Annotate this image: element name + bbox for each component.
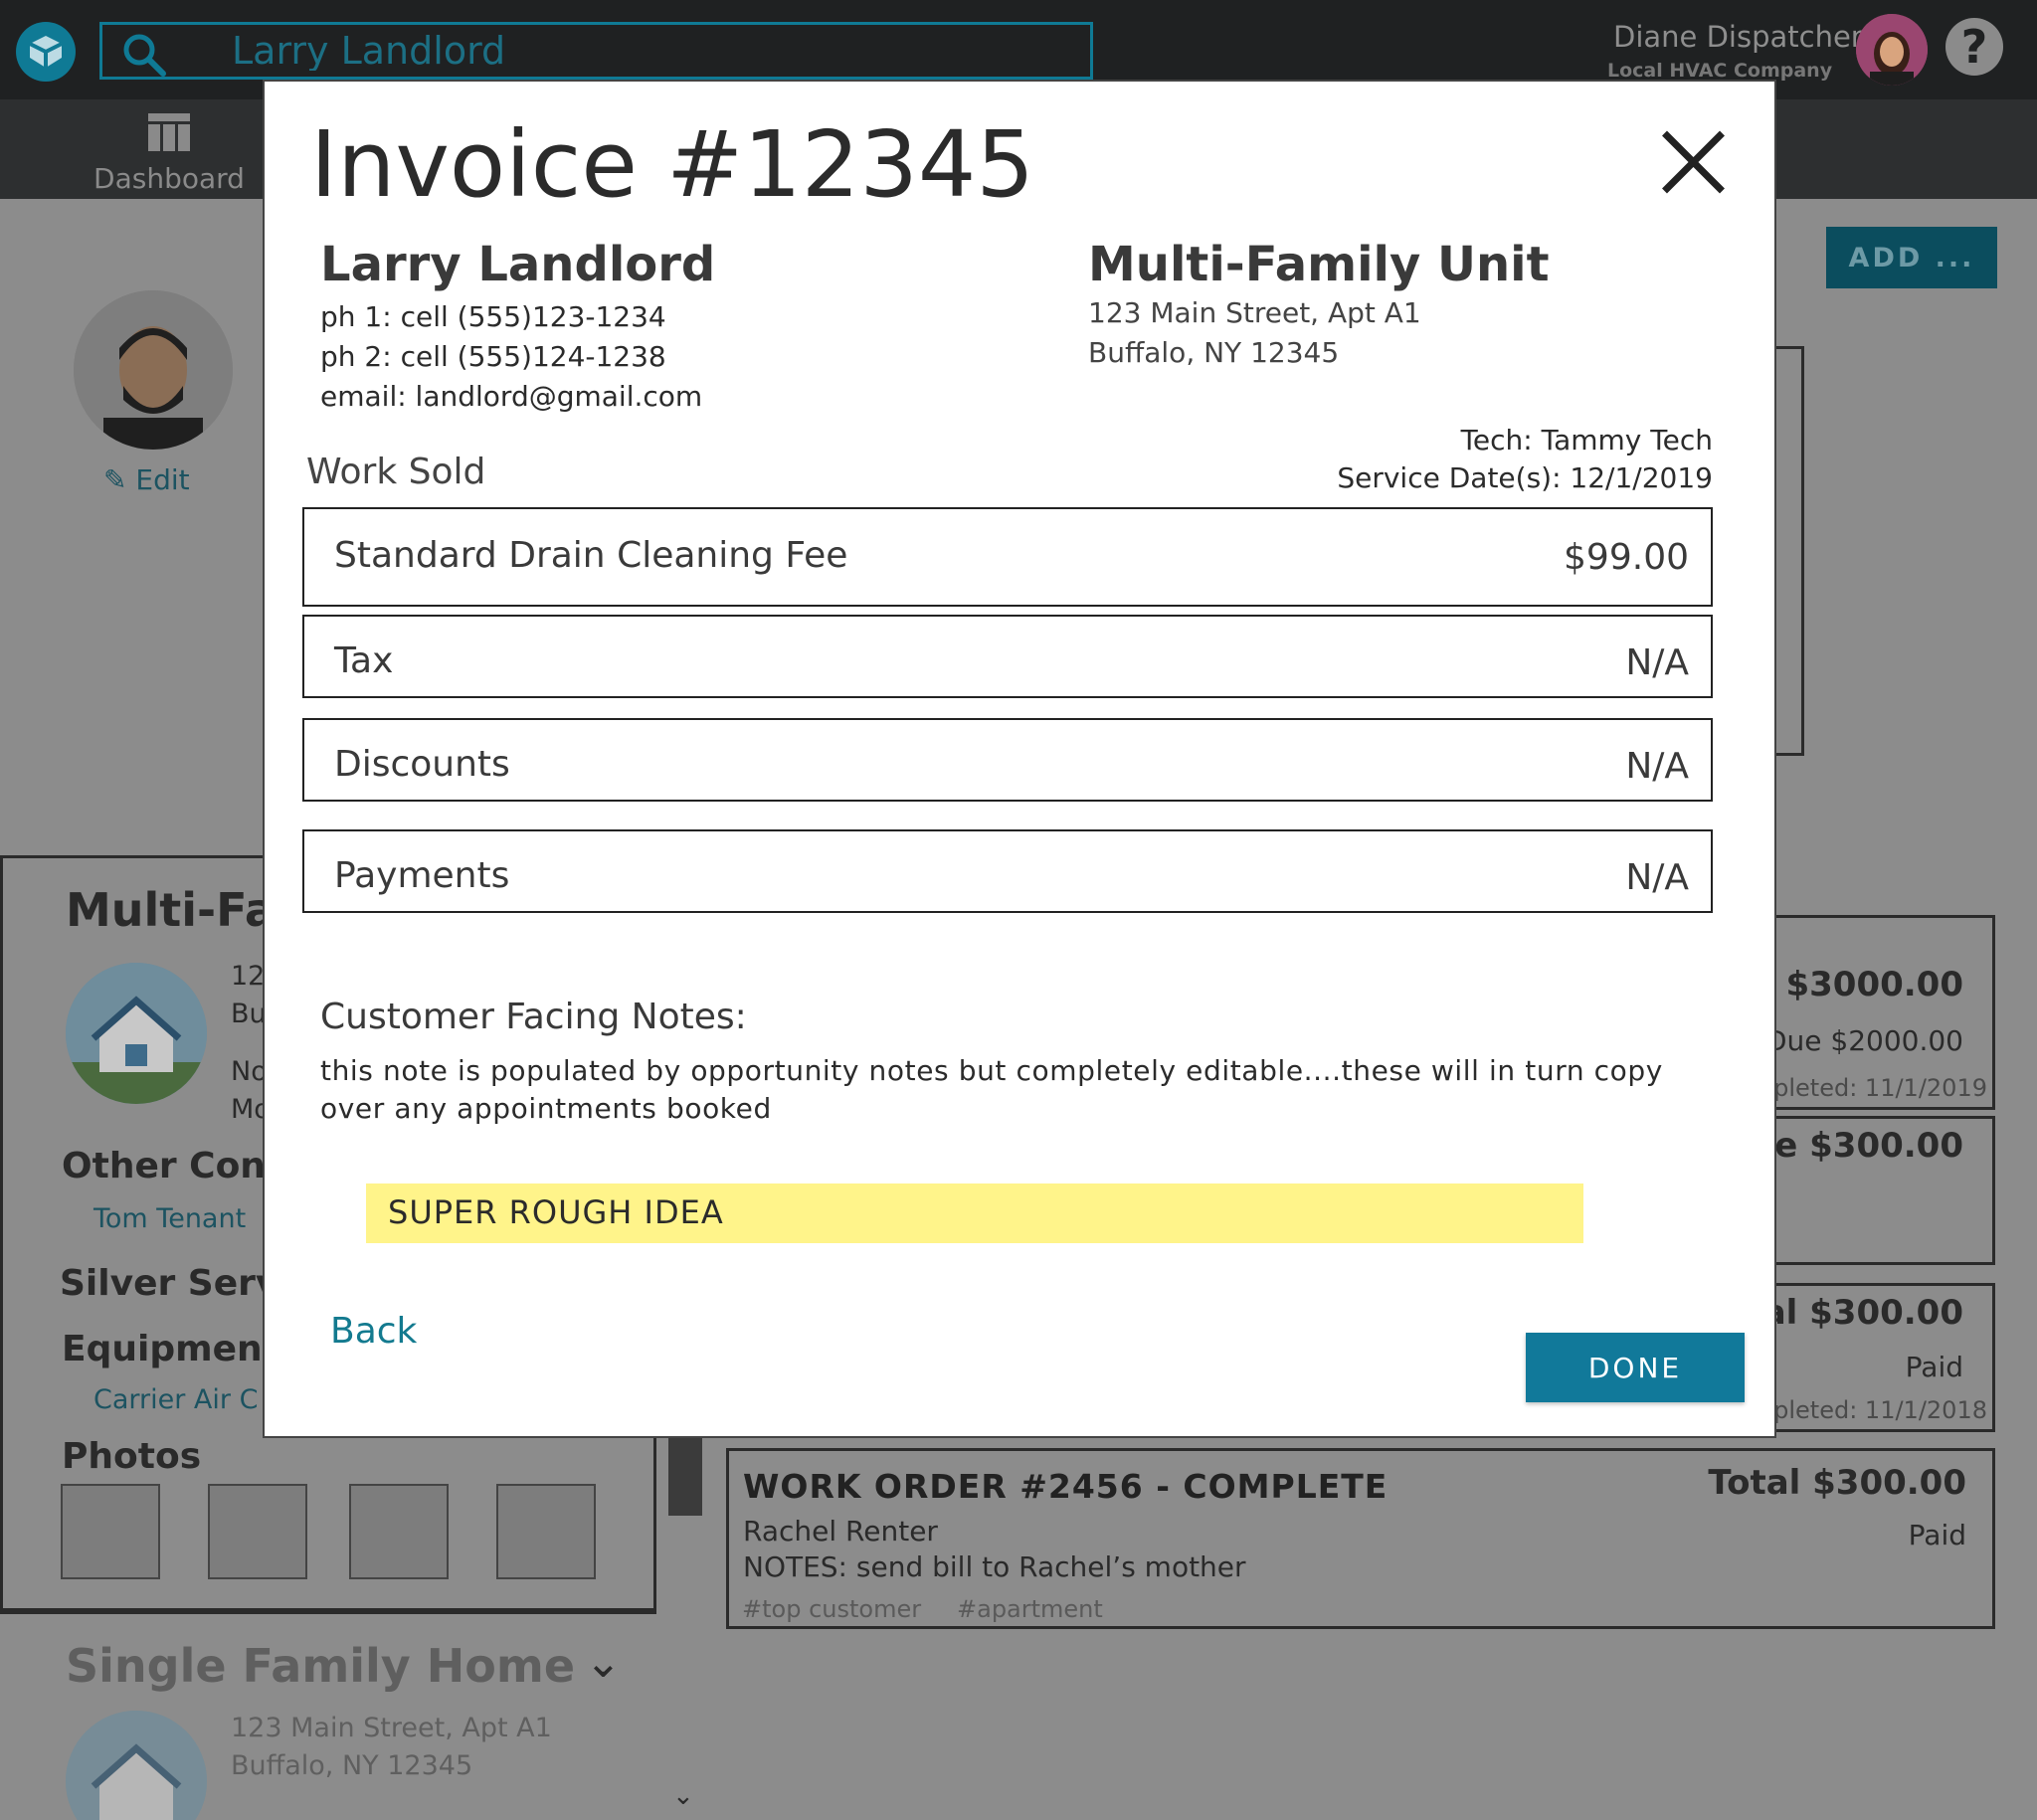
work-order-completed: pleted: 11/1/2019 [1773, 1074, 1987, 1102]
chevron-down-icon[interactable]: ⌄ [585, 1637, 622, 1688]
work-order-status: Paid [1905, 1351, 1963, 1383]
property-address-1: 123 Main Street, Apt A1 [1088, 296, 1421, 329]
invoice-modal: Invoice #12345 Larry Landlord ph 1: cell… [263, 80, 1776, 1438]
line-item-tax[interactable]: Tax N/A [302, 615, 1713, 698]
search-field[interactable] [99, 22, 1093, 80]
line-item-service[interactable]: Standard Drain Cleaning Fee $99.00 [302, 507, 1713, 607]
customer-phone-2: ph 2: cell (555)124-1238 [320, 340, 666, 373]
line-item-payments[interactable]: Payments N/A [302, 829, 1713, 913]
line-item-value: N/A [1625, 857, 1689, 898]
service-dates: Service Date(s): 12/1/2019 [1337, 461, 1713, 494]
edit-label: Edit [135, 463, 190, 496]
work-order-status: Paid [1908, 1519, 1966, 1551]
work-order-title: WORK ORDER #2456 - COMPLETE [743, 1467, 1389, 1506]
tag[interactable]: #apartment [957, 1595, 1103, 1623]
rough-idea-label: SUPER ROUGH IDEA [388, 1193, 724, 1231]
help-icon[interactable]: ? [1945, 18, 2003, 76]
customer-facing-notes[interactable]: this note is populated by opportunity no… [320, 1052, 1713, 1128]
second-property-address-1: 123 Main Street, Apt A1 [231, 1713, 552, 1743]
photo-thumbnail[interactable] [496, 1484, 596, 1579]
customer-email: email: landlord@gmail.com [320, 380, 703, 413]
line-item-label: Discounts [334, 744, 510, 785]
equipment-heading: Equipment [62, 1329, 279, 1369]
user-avatar[interactable] [1856, 14, 1928, 86]
done-button[interactable]: DONE [1526, 1333, 1745, 1402]
other-contact-link[interactable]: Tom Tenant [93, 1203, 246, 1234]
other-contacts-heading: Other Cont [62, 1146, 283, 1186]
tag[interactable]: #top customer [742, 1595, 921, 1623]
search-icon[interactable] [120, 31, 168, 84]
line-item-value: N/A [1625, 746, 1689, 787]
address-fragment-1: 12 [231, 961, 266, 992]
work-sold-label: Work Sold [306, 452, 486, 492]
line-item-label: Payments [334, 855, 510, 896]
add-button[interactable]: ADD ... [1826, 227, 1997, 288]
line-item-label: Tax [334, 640, 394, 681]
customer-name: Larry Landlord [320, 237, 716, 292]
address-fragment-2: Bu [231, 999, 267, 1029]
property-address-2: Buffalo, NY 12345 [1088, 336, 1340, 369]
tech-name: Tech: Tammy Tech [1460, 424, 1713, 456]
second-property-title: Single Family Home [66, 1639, 576, 1693]
close-icon[interactable] [1659, 127, 1729, 197]
property-name: Multi-Family Unit [1088, 237, 1550, 292]
pencil-icon: ✎ [103, 463, 127, 496]
photo-thumbnail[interactable] [61, 1484, 160, 1579]
nav-item-dashboard[interactable]: Dashboard [80, 107, 259, 195]
work-order-completed: pleted: 11/1/2018 [1773, 1396, 1987, 1424]
rough-idea-banner: SUPER ROUGH IDEA [366, 1183, 1583, 1243]
line-item-discounts[interactable]: Discounts N/A [302, 718, 1713, 802]
line-item-label: Standard Drain Cleaning Fee [334, 535, 848, 576]
customer-phone-1: ph 1: cell (555)123-1234 [320, 300, 666, 333]
back-button[interactable]: Back [330, 1311, 417, 1352]
notes-heading: Customer Facing Notes: [320, 997, 747, 1037]
customer-avatar [74, 290, 233, 450]
work-order-due: Due $2000.00 [1764, 1024, 1963, 1057]
search-input[interactable] [232, 31, 1027, 71]
scrollbar-thumb[interactable] [668, 1432, 702, 1516]
equipment-link[interactable]: Carrier Air C [93, 1384, 258, 1415]
app-logo-icon[interactable] [16, 22, 76, 82]
user-name: Diane Dispatcher [1613, 20, 1863, 54]
nav-dashboard-label: Dashboard [93, 162, 245, 195]
photos-heading: Photos [62, 1436, 202, 1477]
dashboard-icon [148, 113, 190, 151]
photo-thumbnail[interactable] [349, 1484, 449, 1579]
work-order-customer: Rachel Renter [743, 1515, 938, 1547]
house-icon [66, 963, 207, 1104]
line-item-value: N/A [1625, 642, 1689, 683]
service-plan-heading: Silver Servi [60, 1263, 291, 1304]
line-item-value: $99.00 [1564, 537, 1689, 578]
edit-customer-link[interactable]: ✎ Edit [103, 463, 190, 496]
scroll-down-icon[interactable]: ⌄ [672, 1780, 694, 1811]
invoice-title: Invoice #12345 [310, 111, 1034, 218]
work-order-total: Total $300.00 [1708, 1463, 1966, 1503]
work-order-total: l $3000.00 [1761, 965, 1963, 1004]
property-card-title: Multi-Fa [66, 883, 276, 937]
photo-thumbnail[interactable] [208, 1484, 307, 1579]
background-panel-edge [1776, 346, 1804, 756]
work-order-notes: NOTES: send bill to Rachel’s mother [743, 1550, 1246, 1583]
work-order-total: ue $300.00 [1751, 1126, 1963, 1166]
user-company: Local HVAC Company [1607, 60, 1833, 82]
second-property-address-2: Buffalo, NY 12345 [231, 1750, 473, 1781]
work-order-total: tal $300.00 [1747, 1293, 1963, 1333]
